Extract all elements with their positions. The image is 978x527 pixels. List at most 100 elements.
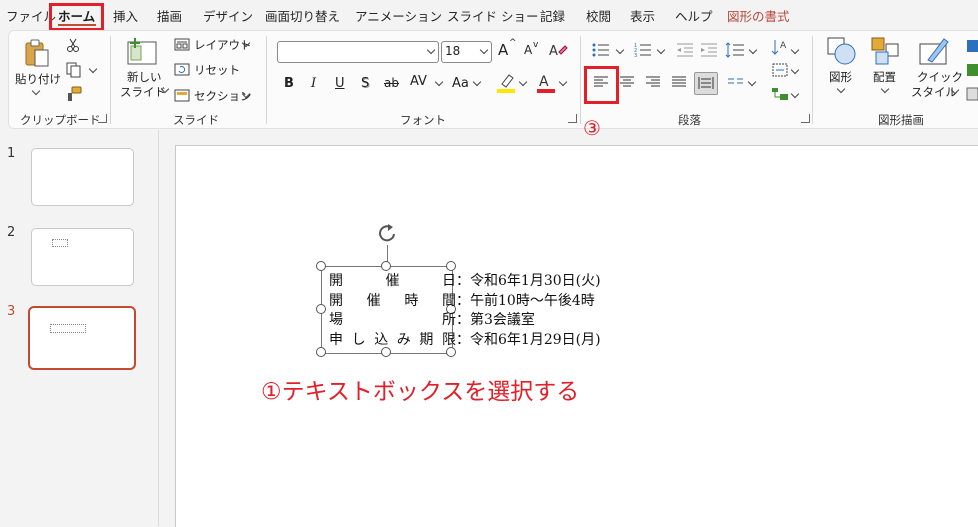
- convert-to-smartart-icon[interactable]: [771, 86, 789, 102]
- bullets-icon[interactable]: [592, 42, 610, 58]
- highlight-align-left: [584, 66, 619, 104]
- tab-animations[interactable]: アニメーション: [355, 6, 442, 25]
- font-color-icon[interactable]: A: [536, 72, 556, 94]
- text-direction-icon[interactable]: A: [771, 38, 789, 58]
- clipboard-group-label: クリップボード: [20, 113, 101, 127]
- resize-handle-bottom-left[interactable]: [316, 347, 326, 357]
- slide-thumbnail-1[interactable]: [31, 148, 134, 206]
- paste-button-label[interactable]: 貼り付け: [15, 72, 61, 87]
- paragraph-launcher-icon[interactable]: [801, 114, 810, 123]
- tab-record[interactable]: 記録: [540, 6, 565, 25]
- shapes-button-label[interactable]: 図形: [829, 70, 852, 85]
- justify-icon[interactable]: [671, 75, 687, 89]
- tab-slideshow[interactable]: スライド ショー: [447, 6, 538, 25]
- clear-formatting-icon[interactable]: A: [548, 42, 568, 60]
- tab-draw[interactable]: 描画: [157, 6, 182, 25]
- shrink-font-arrow-icon: v: [533, 40, 539, 50]
- tab-transitions[interactable]: 画面切り替え: [265, 6, 340, 25]
- align-text-icon[interactable]: [771, 62, 789, 78]
- rotate-handle-icon[interactable]: [375, 222, 401, 246]
- strikethrough-button[interactable]: ab: [384, 76, 399, 90]
- paste-icon[interactable]: [24, 38, 50, 68]
- reset-icon[interactable]: [174, 63, 190, 76]
- clipboard-launcher-icon[interactable]: [98, 114, 107, 123]
- increase-indent-icon[interactable]: [700, 42, 718, 58]
- quick-styles-label-2[interactable]: スタイル: [911, 85, 957, 100]
- font-launcher-icon[interactable]: [568, 114, 577, 123]
- change-case-button[interactable]: Aa: [452, 76, 469, 91]
- distributed-button[interactable]: [694, 72, 718, 95]
- quick-styles-label-1[interactable]: クイック: [917, 70, 963, 85]
- row-label-char: み: [396, 331, 411, 348]
- new-slide-label-2[interactable]: スライド: [120, 85, 166, 100]
- thumbnail-text-placeholder: [50, 324, 86, 333]
- row-label-char: 開: [329, 273, 343, 289]
- row-label-char: 催: [366, 292, 381, 309]
- row-label-char: 日: [442, 273, 456, 289]
- pane-divider[interactable]: [158, 130, 159, 526]
- columns-icon[interactable]: [727, 75, 745, 89]
- group-separator: [580, 36, 581, 124]
- quick-styles-icon[interactable]: [918, 36, 950, 66]
- row-label-char: 場: [329, 312, 343, 328]
- align-center-icon[interactable]: [619, 75, 635, 89]
- resize-handle-top-left[interactable]: [316, 261, 326, 271]
- tab-insert[interactable]: 挿入: [113, 6, 138, 25]
- bold-button[interactable]: B: [284, 76, 294, 91]
- font-name-combobox[interactable]: [277, 41, 439, 63]
- slide-number-1: 1: [7, 146, 16, 161]
- font-size-value: 18: [445, 44, 461, 58]
- underline-button[interactable]: U: [335, 76, 345, 91]
- shrink-font-button[interactable]: A: [524, 43, 532, 57]
- resize-handle-bottom[interactable]: [381, 347, 391, 357]
- layout-icon[interactable]: [174, 38, 190, 51]
- font-group-label: フォント: [400, 113, 446, 127]
- reset-button[interactable]: リセット: [194, 62, 240, 78]
- row-value: ：第3会議室: [456, 312, 535, 328]
- text-shadow-button[interactable]: S: [361, 76, 369, 91]
- resize-handle-left[interactable]: [316, 304, 326, 314]
- character-spacing-button[interactable]: AV: [410, 74, 427, 89]
- arrange-icon[interactable]: [870, 36, 902, 66]
- slide-thumbnail-3-selected[interactable]: [28, 306, 136, 370]
- tab-design[interactable]: デザイン: [203, 6, 253, 25]
- decrease-indent-icon[interactable]: [676, 42, 694, 58]
- highlight-color-icon[interactable]: [496, 72, 516, 94]
- new-slide-icon[interactable]: [127, 38, 159, 66]
- thumbnail-text-placeholder: [52, 239, 68, 247]
- annotation-step-3: ③: [583, 116, 601, 140]
- row-value: ：午前10時～午後4時: [456, 292, 595, 309]
- row-label-char: 期: [419, 331, 434, 348]
- tab-review[interactable]: 校閲: [586, 6, 611, 25]
- row-value: ：令和6年1月29日(月): [456, 331, 601, 348]
- row-label: 場所: [329, 309, 456, 329]
- row-label-char: 込: [374, 331, 389, 348]
- slide-number-2: 2: [7, 225, 16, 240]
- section-icon[interactable]: [174, 89, 190, 102]
- copy-icon[interactable]: [66, 62, 82, 78]
- shape-fill-outline-icons[interactable]: [966, 38, 978, 102]
- highlight-home-tab: [49, 3, 104, 31]
- group-separator: [110, 36, 111, 124]
- svg-text:A: A: [549, 44, 558, 59]
- format-painter-icon[interactable]: [66, 86, 82, 102]
- align-right-icon[interactable]: [645, 75, 661, 89]
- line-spacing-icon[interactable]: [725, 42, 745, 58]
- svg-text:3: 3: [634, 53, 637, 58]
- shapes-icon[interactable]: [826, 36, 858, 66]
- row-label-char: し: [351, 331, 366, 348]
- cut-icon[interactable]: [66, 38, 80, 52]
- row-label-char: 申: [329, 331, 343, 348]
- italic-button[interactable]: I: [311, 76, 316, 91]
- row-label: 申し込み期限: [329, 329, 456, 349]
- arrange-button-label[interactable]: 配置: [873, 70, 896, 85]
- numbering-icon[interactable]: 123: [634, 42, 652, 58]
- annotation-step-1: ①テキストボックスを選択する: [261, 379, 580, 405]
- resize-handle-bottom-right[interactable]: [446, 347, 456, 357]
- slide-thumbnail-2[interactable]: [31, 228, 134, 286]
- new-slide-label-1[interactable]: 新しい: [127, 70, 162, 85]
- tab-view[interactable]: 表示: [630, 6, 655, 25]
- tab-shape-format[interactable]: 図形の書式: [727, 6, 790, 25]
- tab-help[interactable]: ヘルプ: [675, 6, 713, 25]
- grow-font-button[interactable]: A: [498, 41, 508, 59]
